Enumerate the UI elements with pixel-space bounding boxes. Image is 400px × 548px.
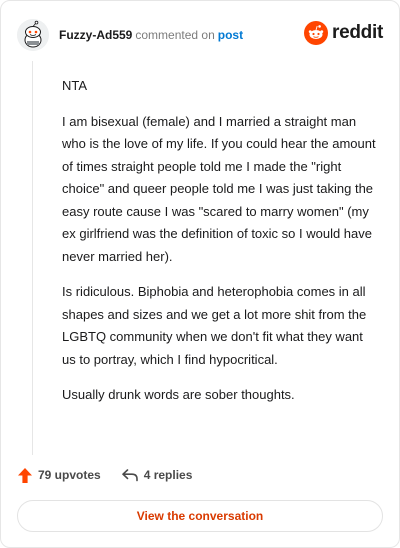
- comment-actions: 79 upvotes 4 replies: [17, 464, 192, 486]
- view-conversation-button[interactable]: View the conversation: [17, 500, 383, 532]
- action-text: commented on: [135, 28, 215, 42]
- replies-button[interactable]: 4 replies: [121, 467, 193, 483]
- reply-count: 4 replies: [143, 468, 193, 482]
- reddit-logo[interactable]: reddit: [304, 21, 383, 45]
- comment-paragraph: I am bisexual (female) and I married a s…: [62, 113, 376, 264]
- comment-card: Fuzzy-Ad559 commented on post reddit NTA I…: [0, 0, 400, 548]
- comment-paragraph: Usually drunk words are sober thoughts.: [62, 387, 295, 402]
- comment-header: Fuzzy-Ad559 commented on post reddit: [17, 17, 383, 53]
- comment-paragraph: Is ridiculous. Biphobia and heterophobia…: [62, 284, 367, 367]
- comment-meta: Fuzzy-Ad559 commented on post: [59, 28, 243, 42]
- username[interactable]: Fuzzy-Ad559: [59, 28, 132, 42]
- upvote-button[interactable]: 79 upvotes: [17, 467, 101, 484]
- post-link[interactable]: post: [218, 28, 243, 42]
- reddit-snoo-icon: [304, 21, 329, 45]
- upvote-arrow-icon: [18, 467, 32, 483]
- snoo-avatar-icon: [17, 19, 49, 51]
- thread-line: [32, 61, 33, 455]
- upvote-count: 79 upvotes: [38, 468, 101, 482]
- brand-name: reddit: [332, 22, 383, 43]
- comment-paragraph: NTA: [62, 78, 88, 93]
- avatar[interactable]: [17, 19, 49, 51]
- reply-arrow-icon: [121, 469, 138, 482]
- comment-body: NTA I am bisexual (female) and I married…: [62, 75, 380, 420]
